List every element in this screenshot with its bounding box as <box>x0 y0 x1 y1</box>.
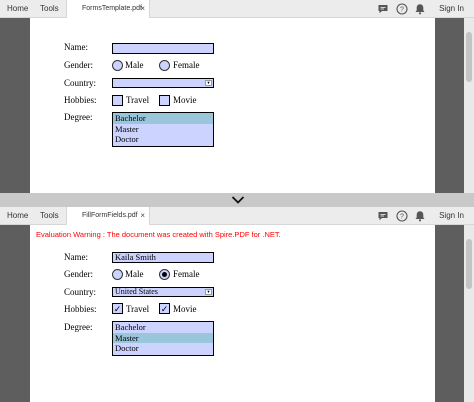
gender-male-radio[interactable] <box>112 60 123 71</box>
list-item[interactable]: Doctor <box>113 343 213 354</box>
svg-text:?: ? <box>400 7 404 14</box>
gender-male-label: Male <box>125 60 144 70</box>
radio-selected-dot <box>162 272 167 277</box>
evaluation-warning: Evaluation Warning : The document was cr… <box>36 230 281 239</box>
comment-icon[interactable] <box>377 3 389 15</box>
bell-icon[interactable] <box>414 3 426 15</box>
document-canvas: Name: Gender: Male Female Country: ▼ Hob… <box>0 18 474 193</box>
bottom-tab-bar: Home Tools FillFormFields.pdf × ? Sign I… <box>0 207 474 225</box>
gender-female-label: Female <box>173 60 200 70</box>
svg-text:?: ? <box>400 214 404 221</box>
hobby-movie-label: Movie <box>173 95 197 105</box>
top-tab-bar: Home Tools FormsTemplate.pdf × ? Sign In <box>0 0 474 18</box>
country-label: Country: <box>64 287 97 297</box>
name-input[interactable]: Kaila Smith <box>112 252 214 263</box>
home-menu[interactable]: Home <box>7 207 28 225</box>
dropdown-arrow-icon[interactable]: ▼ <box>205 289 212 295</box>
comment-icon[interactable] <box>377 210 389 222</box>
gender-male-label: Male <box>125 269 144 279</box>
document-tab-label: FillFormFields.pdf <box>82 212 138 219</box>
name-label: Name: <box>64 252 88 262</box>
tools-menu[interactable]: Tools <box>40 207 59 225</box>
hobby-travel-label: Travel <box>126 304 150 314</box>
pdf-page: Name: Gender: Male Female Country: ▼ Hob… <box>30 18 435 193</box>
country-dropdown[interactable]: United States ▼ <box>112 287 214 297</box>
document-tab-label: FormsTemplate.pdf <box>82 5 142 12</box>
degree-listbox[interactable]: Bachelor Master Doctor <box>112 112 214 147</box>
gender-label: Gender: <box>64 60 93 70</box>
scrollbar-thumb[interactable] <box>466 32 472 82</box>
gender-female-radio[interactable] <box>159 60 170 71</box>
vertical-scrollbar[interactable] <box>464 225 474 402</box>
degree-label: Degree: <box>64 322 93 332</box>
bottom-viewer-pane: Home Tools FillFormFields.pdf × ? Sign I… <box>0 207 474 402</box>
gender-label: Gender: <box>64 269 93 279</box>
hobby-movie-checkbox[interactable]: ✓ <box>159 303 170 314</box>
country-value: United States <box>115 287 158 296</box>
document-canvas: Evaluation Warning : The document was cr… <box>0 225 474 402</box>
dropdown-arrow-icon[interactable]: ▼ <box>205 80 212 86</box>
tools-menu[interactable]: Tools <box>40 0 59 18</box>
pdf-page: Evaluation Warning : The document was cr… <box>30 225 435 402</box>
close-tab-icon[interactable]: × <box>140 0 145 18</box>
sign-in-link[interactable]: Sign In <box>439 0 464 18</box>
hobby-travel-checkbox[interactable]: ✓ <box>112 303 123 314</box>
sign-in-link[interactable]: Sign In <box>439 207 464 225</box>
list-item[interactable]: Bachelor <box>113 322 213 333</box>
country-dropdown[interactable]: ▼ <box>112 78 214 88</box>
gender-male-radio[interactable] <box>112 269 123 280</box>
hobby-travel-checkbox[interactable] <box>112 95 123 106</box>
list-item[interactable]: Master <box>113 124 213 135</box>
list-item[interactable]: Doctor <box>113 134 213 145</box>
list-item[interactable]: Master <box>113 332 213 343</box>
document-tab[interactable]: FillFormFields.pdf × <box>66 207 150 225</box>
gender-female-radio[interactable] <box>159 269 170 280</box>
top-viewer-pane: Home Tools FormsTemplate.pdf × ? Sign In… <box>0 0 474 193</box>
document-tab[interactable]: FormsTemplate.pdf × <box>66 0 150 18</box>
home-menu[interactable]: Home <box>7 0 28 18</box>
hobby-movie-label: Movie <box>173 304 197 314</box>
comparison-divider <box>0 193 474 207</box>
help-icon[interactable]: ? <box>396 210 408 222</box>
hobbies-label: Hobbies: <box>64 304 97 314</box>
country-label: Country: <box>64 78 97 88</box>
hobby-movie-checkbox[interactable] <box>159 95 170 106</box>
bell-icon[interactable] <box>414 210 426 222</box>
name-input[interactable] <box>112 43 214 54</box>
list-item[interactable]: Bachelor <box>113 113 213 124</box>
help-icon[interactable]: ? <box>396 3 408 15</box>
close-tab-icon[interactable]: × <box>140 207 145 225</box>
degree-listbox[interactable]: Bachelor Master Doctor <box>112 321 214 356</box>
vertical-scrollbar[interactable] <box>464 18 474 193</box>
name-label: Name: <box>64 42 88 52</box>
hobbies-label: Hobbies: <box>64 95 97 105</box>
chevron-down-icon <box>231 196 245 204</box>
scrollbar-thumb[interactable] <box>466 239 472 289</box>
gender-female-label: Female <box>173 269 200 279</box>
degree-label: Degree: <box>64 112 93 122</box>
hobby-travel-label: Travel <box>126 95 150 105</box>
